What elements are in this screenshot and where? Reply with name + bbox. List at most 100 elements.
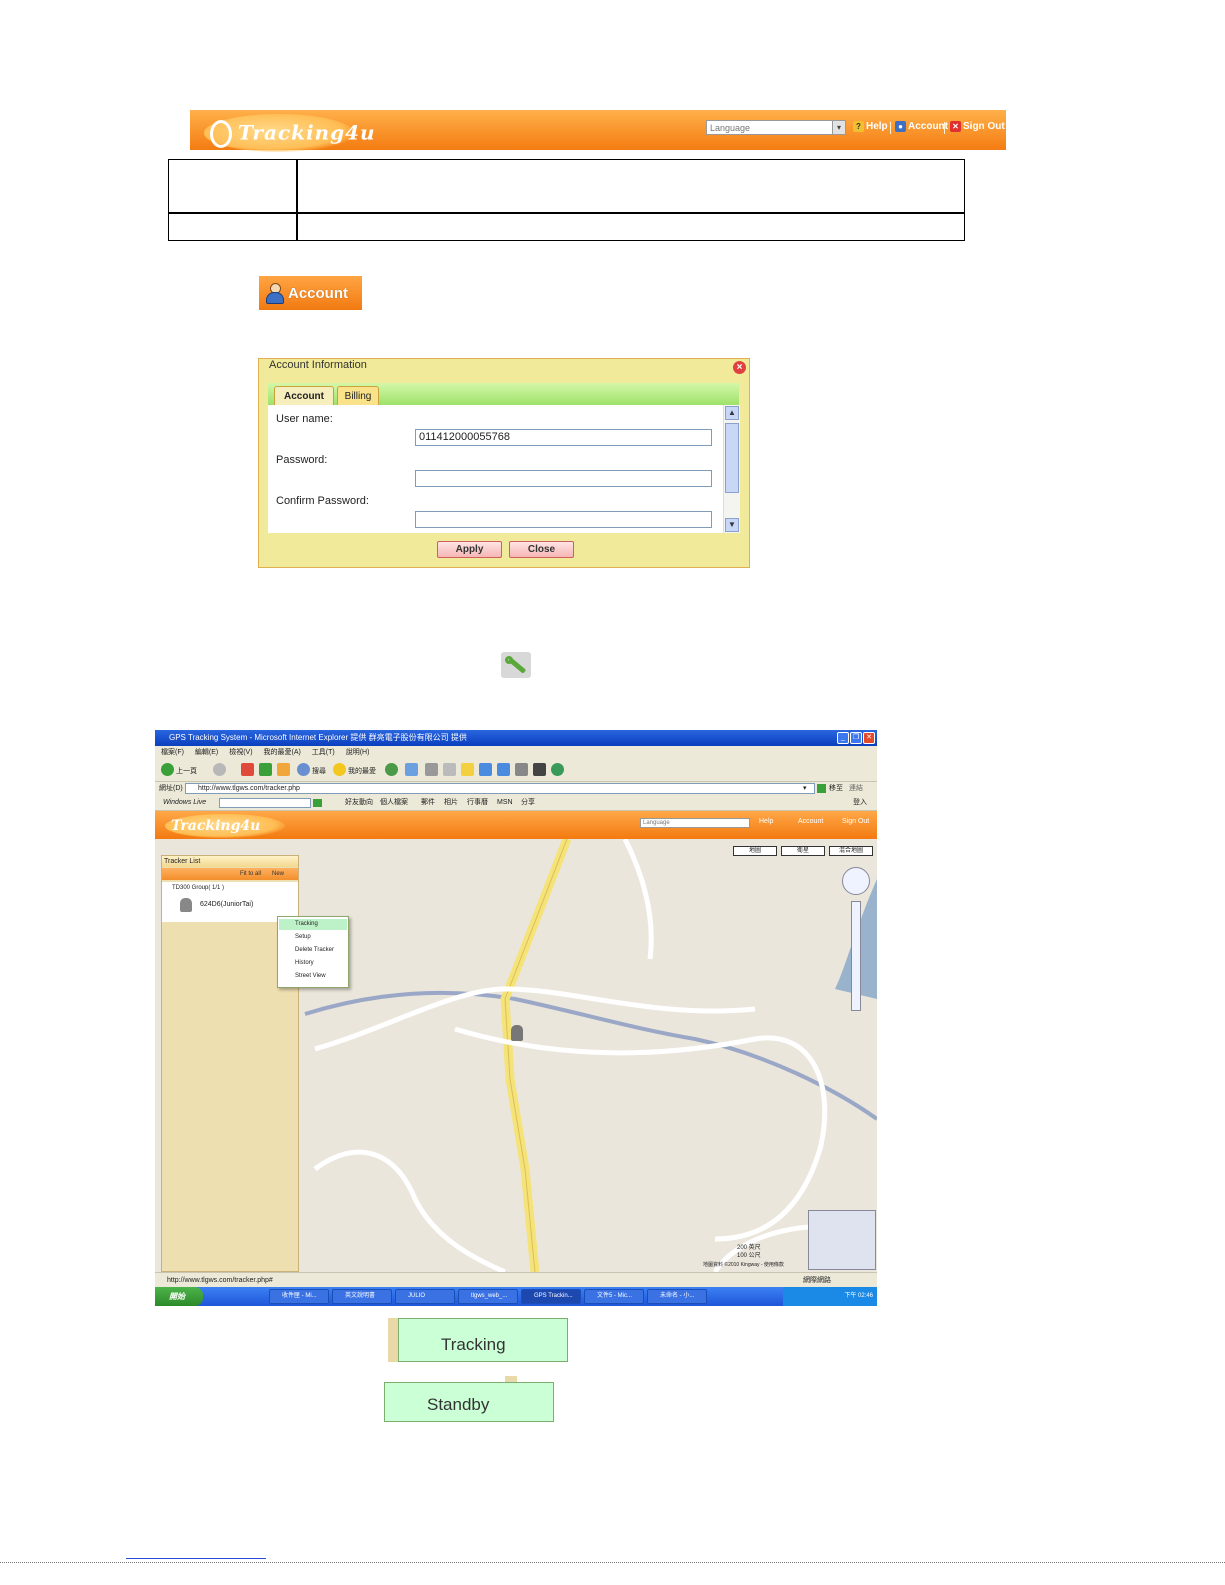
live-signin[interactable]: 登入 <box>853 796 867 810</box>
map-type-map[interactable]: 地圖 <box>733 846 777 856</box>
live-search-input[interactable] <box>219 798 311 808</box>
tracking-menu-crop: Tracking <box>398 1318 568 1362</box>
restore-icon[interactable]: ❐ <box>850 732 862 744</box>
menu-favorites[interactable]: 我的最愛(A) <box>264 749 301 756</box>
app-header: Tracking4u Language Help Account Sign Ou… <box>155 811 877 839</box>
account-link[interactable]: ● Account <box>895 121 948 132</box>
language-select[interactable]: Language <box>640 818 750 828</box>
group-label[interactable]: TD300 Group( 1/1 ) <box>172 885 224 891</box>
help-link[interactable]: ? Help <box>853 121 888 132</box>
description-table <box>168 159 965 241</box>
menu-item-tracking[interactable]: Tracking <box>279 919 347 930</box>
tab-billing[interactable]: Billing <box>337 386 379 405</box>
scroll-up-icon[interactable]: ▲ <box>725 406 739 420</box>
live-link[interactable]: 個人檔案 <box>380 796 408 810</box>
menu-file[interactable]: 檔案(F) <box>161 749 184 756</box>
menu-help[interactable]: 說明(H) <box>346 749 370 756</box>
scroll-thumb[interactable] <box>725 423 739 493</box>
form-scrollbar[interactable]: ▲ ▼ <box>723 405 740 533</box>
minimize-icon[interactable]: _ <box>837 732 849 744</box>
zoom-slider[interactable] <box>851 901 861 1011</box>
map-type-satellite[interactable]: 衛星 <box>781 846 825 856</box>
mail-icon[interactable] <box>405 763 418 776</box>
app-header-banner: Tracking4u Language ▾ ? Help ● Account ✕… <box>190 110 1006 152</box>
tool-icon[interactable] <box>515 763 528 776</box>
menu-edit[interactable]: 編輯(E) <box>195 749 218 756</box>
go-icon[interactable] <box>817 784 826 793</box>
account-button[interactable]: Account <box>259 276 362 310</box>
overview-map[interactable] <box>808 1210 876 1270</box>
stop-icon[interactable] <box>241 763 254 776</box>
chevron-down-icon[interactable]: ▾ <box>803 782 807 795</box>
confirm-password-field[interactable] <box>415 511 712 528</box>
star-icon[interactable] <box>333 763 346 776</box>
system-tray-clock[interactable]: 下午 02:46 <box>783 1287 877 1306</box>
account-link[interactable]: Account <box>798 818 823 825</box>
search-label[interactable]: 搜尋 <box>312 766 326 776</box>
taskbar-item[interactable]: 收件匣 - Mi... <box>269 1289 329 1304</box>
close-icon[interactable]: ✕ <box>863 732 875 744</box>
menu-item-delete-tracker[interactable]: Delete Tracker <box>279 945 347 956</box>
tracker-marker-icon[interactable] <box>511 1025 523 1041</box>
windows-live-label[interactable]: Windows Live <box>163 796 206 810</box>
live-link[interactable]: 郵件 <box>421 796 435 810</box>
edit-icon[interactable] <box>443 763 456 776</box>
messenger-icon[interactable] <box>479 763 492 776</box>
menu-tools[interactable]: 工具(T) <box>312 749 335 756</box>
menu-view[interactable]: 檢視(V) <box>229 749 252 756</box>
taskbar-item-active[interactable]: GPS Trackin... <box>521 1289 581 1304</box>
live-link[interactable]: 好友動向 <box>345 796 373 810</box>
address-input[interactable]: http://www.tlgws.com/tracker.php <box>185 783 815 794</box>
language-select[interactable]: Language <box>706 120 846 135</box>
print-icon[interactable] <box>425 763 438 776</box>
apply-button[interactable]: Apply <box>437 541 502 558</box>
msn-icon[interactable] <box>551 763 564 776</box>
search-icon[interactable] <box>313 799 322 807</box>
new-button[interactable]: New <box>272 868 284 880</box>
search-icon[interactable] <box>297 763 310 776</box>
tracker-name[interactable]: 624D6(JuniorTai) <box>200 901 253 908</box>
close-icon[interactable]: × <box>733 361 746 374</box>
map-view[interactable]: 地圖 衛星 混合地圖 200 英尺 100 公尺 地圖資料 ©2010 Kingw… <box>155 839 877 1272</box>
forward-icon[interactable] <box>213 763 226 776</box>
signout-link[interactable]: ✕ Sign Out <box>950 121 1005 132</box>
note-icon[interactable] <box>461 763 474 776</box>
go-label[interactable]: 移至 <box>829 782 843 795</box>
username-field[interactable]: 011412000055768 <box>415 429 712 446</box>
chevron-down-icon[interactable]: ▾ <box>832 120 846 135</box>
live-link[interactable]: MSN <box>497 796 513 810</box>
menu-item-setup[interactable]: Setup <box>279 932 347 943</box>
signout-link[interactable]: Sign Out <box>842 818 869 825</box>
back-icon[interactable] <box>161 763 174 776</box>
tracker-list-panel: Tracker List Fit to all New TD300 Group(… <box>161 855 349 1272</box>
fit-to-all-button[interactable]: Fit to all <box>240 868 261 880</box>
refresh-icon[interactable] <box>259 763 272 776</box>
map-type-hybrid[interactable]: 混合地圖 <box>829 846 873 856</box>
links-label[interactable]: 連結 <box>849 782 863 795</box>
taskbar-item[interactable]: tlgws_web_... <box>458 1289 518 1304</box>
taskbar-item[interactable]: 文件5 - Mic... <box>584 1289 644 1304</box>
close-button[interactable]: Close <box>509 541 574 558</box>
logo-text: Tracking4u <box>238 120 376 145</box>
taskbar-item[interactable]: 未命名 - 小... <box>647 1289 707 1304</box>
tab-account[interactable]: Account <box>274 386 334 405</box>
ww-icon[interactable] <box>533 763 546 776</box>
pan-control-icon[interactable] <box>842 867 870 895</box>
back-label[interactable]: 上一頁 <box>176 766 197 776</box>
live-link[interactable]: 分享 <box>521 796 535 810</box>
taskbar-item[interactable]: 英文說明書 <box>332 1289 392 1304</box>
menu-item-history[interactable]: History <box>279 958 347 969</box>
start-button[interactable]: 開始 <box>155 1287 203 1306</box>
history-icon[interactable] <box>385 763 398 776</box>
menu-item-street-view[interactable]: Street View <box>279 971 347 982</box>
password-field[interactable] <box>415 470 712 487</box>
home-icon[interactable] <box>277 763 290 776</box>
favorites-label[interactable]: 我的最愛 <box>348 766 376 776</box>
help-link[interactable]: Help <box>759 818 773 825</box>
live-link[interactable]: 行事曆 <box>467 796 488 810</box>
address-label: 網址(D) <box>159 785 183 792</box>
research-icon[interactable] <box>497 763 510 776</box>
live-link[interactable]: 相片 <box>444 796 458 810</box>
taskbar-item[interactable]: JULIO <box>395 1289 455 1304</box>
scroll-down-icon[interactable]: ▼ <box>725 518 739 532</box>
